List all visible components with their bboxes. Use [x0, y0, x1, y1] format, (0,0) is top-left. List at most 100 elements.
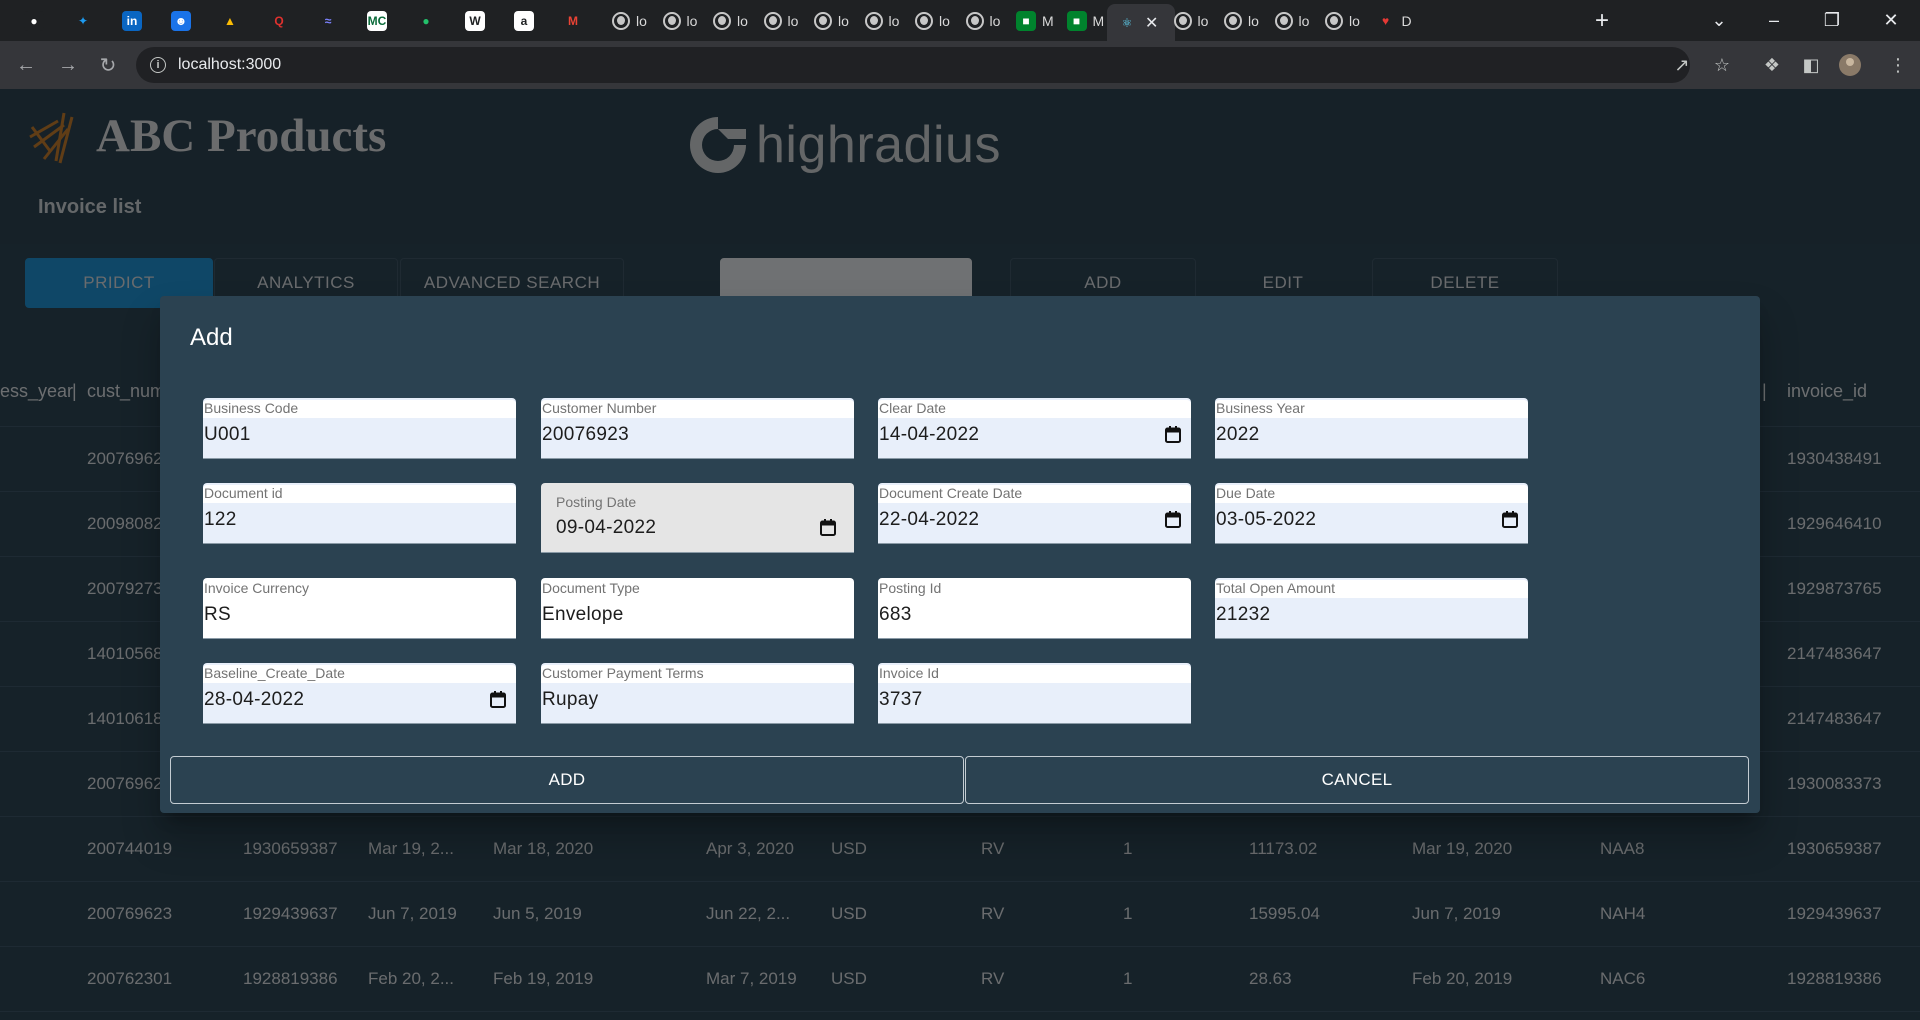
new-tab-icon[interactable]: +	[1582, 0, 1622, 41]
browser-tab[interactable]: lo	[1224, 4, 1259, 37]
browser-tab[interactable]: lo	[1173, 4, 1209, 37]
browser-tab[interactable]: lo	[713, 4, 748, 37]
extensions-icon[interactable]: ❖	[1760, 53, 1784, 77]
browser-tab[interactable]: lo	[965, 4, 1000, 37]
field-value[interactable]: 14-04-2022	[879, 424, 979, 446]
baseline-create-date-field[interactable]: Baseline_Create_Date 28-04-2022	[203, 663, 516, 724]
side-panel-icon[interactable]: ◧	[1799, 53, 1823, 77]
calendar-icon[interactable]	[1165, 511, 1181, 528]
browser-tab[interactable]: ■ M	[1066, 4, 1104, 37]
browser-tab[interactable]: in	[122, 4, 142, 37]
meet-icon: ■	[1066, 10, 1087, 31]
document-id-field[interactable]: Document id 122	[203, 483, 516, 544]
minimize-icon[interactable]: –	[1745, 0, 1803, 41]
browser-tab[interactable]: ✦	[73, 4, 93, 37]
tab-search-icon[interactable]: ⌄	[1690, 0, 1748, 41]
browser-tab[interactable]: lo	[612, 4, 647, 37]
field-value[interactable]: 03-05-2022	[1216, 509, 1316, 531]
field-value[interactable]: RS	[204, 604, 231, 626]
browser-tab[interactable]: lo	[763, 4, 798, 37]
field-value[interactable]: 09-04-2022	[556, 517, 656, 539]
address-bar[interactable]: i localhost:3000	[136, 47, 1690, 83]
calendar-icon[interactable]	[490, 691, 506, 708]
field-value[interactable]: Rupay	[542, 689, 598, 711]
field-value[interactable]: 683	[879, 604, 912, 626]
field-label: Posting Date	[556, 494, 637, 510]
browser-tab[interactable]: W	[465, 4, 485, 37]
posting-date-field[interactable]: Posting Date 09-04-2022	[541, 483, 854, 553]
due-date-field[interactable]: Due Date 03-05-2022	[1215, 483, 1528, 544]
restore-icon[interactable]: ❐	[1803, 0, 1861, 41]
field-value[interactable]: 20076923	[542, 424, 629, 446]
browser-tab[interactable]: ■ M	[1016, 4, 1054, 37]
browser-tab[interactable]: lo	[814, 4, 849, 37]
business-year-field[interactable]: Business Year 2022	[1215, 398, 1528, 459]
dialog-cancel-button[interactable]: CANCEL	[965, 756, 1749, 804]
browser-tab[interactable]: ≈	[318, 4, 338, 37]
field-label: Customer Payment Terms	[541, 665, 854, 683]
field-value[interactable]: Envelope	[542, 604, 624, 626]
browser-tab[interactable]: ●	[416, 4, 436, 37]
field-value[interactable]: 21232	[1216, 604, 1270, 626]
browser-tab[interactable]: lo	[662, 4, 697, 37]
tab-title: lo	[1349, 12, 1360, 29]
field-label: Clear Date	[878, 400, 1191, 418]
field-value[interactable]: U001	[204, 424, 251, 446]
calendar-icon[interactable]	[820, 519, 836, 536]
browser-tab[interactable]: lo	[1325, 4, 1360, 37]
document-create-date-field[interactable]: Document Create Date 22-04-2022	[878, 483, 1191, 544]
globe-icon	[612, 11, 630, 30]
browser-tab[interactable]: M	[563, 4, 583, 37]
close-window-icon[interactable]: ✕	[1862, 0, 1920, 41]
menu-kebab-icon[interactable]: ⋮	[1886, 53, 1910, 77]
browser-tab[interactable]: ☻	[171, 4, 191, 37]
total-open-amount-field[interactable]: Total Open Amount 21232	[1215, 578, 1528, 639]
forward-icon[interactable]: →	[56, 53, 80, 77]
customer-payment-terms-field[interactable]: Customer Payment Terms Rupay	[541, 663, 854, 724]
browser-tab[interactable]: lo	[915, 4, 950, 37]
browser-tab[interactable]: Q	[269, 4, 289, 37]
document-type-field[interactable]: Document Type Envelope	[541, 578, 854, 639]
browser-tab[interactable]: a	[514, 4, 534, 37]
globe-icon	[1274, 11, 1293, 30]
share-icon[interactable]: ↗	[1670, 53, 1694, 77]
edge-icon: ●	[422, 13, 430, 28]
calendar-icon[interactable]	[1165, 426, 1181, 443]
field-value[interactable]: 3737	[879, 689, 922, 711]
field-value[interactable]: 22-04-2022	[879, 509, 979, 531]
invoice-currency-field[interactable]: Invoice Currency RS	[203, 578, 516, 639]
reload-icon[interactable]: ↻	[96, 53, 120, 77]
browser-tab[interactable]: MC	[367, 4, 387, 37]
profile-avatar[interactable]	[1838, 53, 1862, 77]
business-code-field[interactable]: Business Code U001	[203, 398, 516, 459]
back-icon[interactable]: ←	[14, 53, 38, 77]
browser-tab[interactable]: ♥ D	[1376, 4, 1412, 37]
meet-icon: ■	[1016, 10, 1036, 31]
invoice-id-field[interactable]: Invoice Id 3737	[878, 663, 1191, 724]
browser-tab[interactable]: lo	[864, 4, 899, 37]
field-label: Invoice Currency	[203, 580, 516, 598]
browser-tab[interactable]: ⚛ ✕	[1107, 4, 1175, 41]
globe-icon	[965, 11, 984, 30]
browser-tab[interactable]: ▲	[220, 4, 240, 37]
close-tab-icon[interactable]: ✕	[1145, 13, 1158, 33]
contacts-icon: ☻	[171, 10, 191, 31]
calendar-icon[interactable]	[1502, 511, 1518, 528]
tab-title: lo	[636, 12, 647, 29]
clear-date-field[interactable]: Clear Date 14-04-2022	[878, 398, 1191, 459]
moneycontrol-icon: MC	[367, 10, 387, 31]
field-value[interactable]: 122	[204, 509, 237, 531]
wikipedia-icon: W	[465, 10, 485, 31]
tab-title: lo	[1197, 12, 1209, 29]
bookmark-star-icon[interactable]: ☆	[1710, 53, 1734, 77]
gmail-icon: M	[568, 13, 578, 28]
field-value[interactable]: 28-04-2022	[204, 689, 304, 711]
posting-id-field[interactable]: Posting Id 683	[878, 578, 1191, 639]
customer-number-field[interactable]: Customer Number 20076923	[541, 398, 854, 459]
site-info-icon[interactable]: i	[150, 57, 166, 73]
tab-title: lo	[838, 12, 849, 29]
browser-tab[interactable]: lo	[1274, 4, 1309, 37]
dialog-add-button[interactable]: ADD	[170, 756, 964, 804]
field-value[interactable]: 2022	[1216, 424, 1259, 446]
browser-tab[interactable]: ●	[24, 4, 44, 37]
